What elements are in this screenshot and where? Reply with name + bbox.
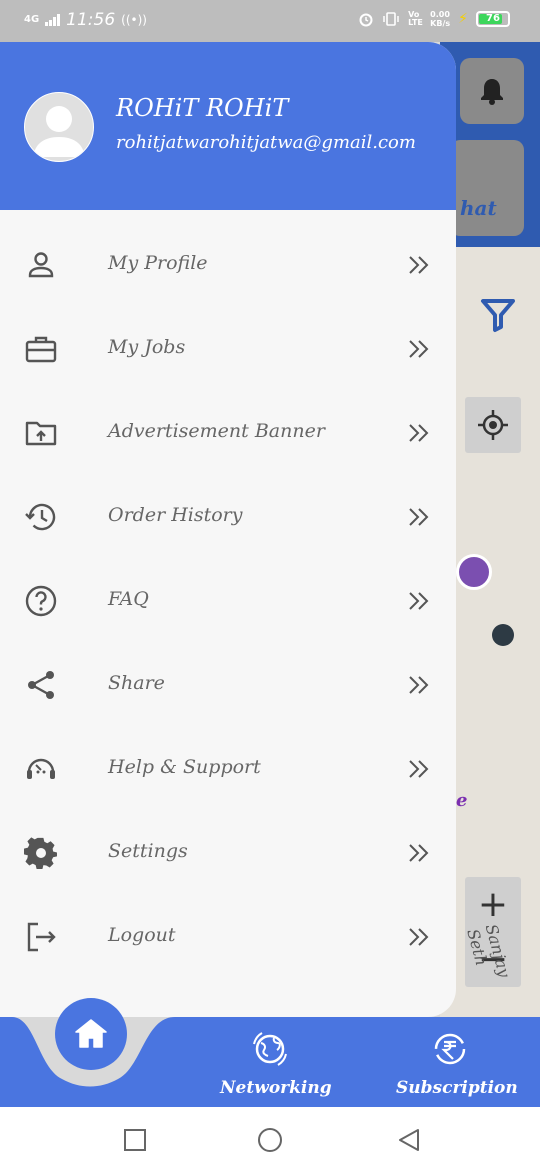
- clock: 11:56: [66, 10, 116, 30]
- support-agent-icon: [27, 758, 55, 779]
- history-icon: [25, 503, 56, 531]
- double-chevron-right-icon: [409, 844, 429, 862]
- signal-icon: [45, 14, 61, 26]
- battery-icon: 76: [476, 11, 510, 27]
- logout-icon: [27, 922, 56, 952]
- system-navigation-bar: [0, 1107, 540, 1170]
- home-button[interactable]: [55, 998, 127, 1070]
- navigation-drawer: ROHiT ROHiT rohitjatwarohitjatwa@gmail.c…: [0, 42, 456, 1017]
- charging-icon: ⚡: [458, 11, 468, 27]
- vibrate-icon: [383, 12, 399, 26]
- nav-subscription[interactable]: Subscription: [396, 1029, 518, 1098]
- crosshair-icon: [478, 410, 508, 440]
- globe-icon: [253, 1032, 287, 1066]
- share-icon: [28, 671, 54, 699]
- help-circle-icon: [25, 585, 57, 617]
- volte-indicator: Vo LTE: [408, 10, 423, 27]
- double-chevron-right-icon: [409, 928, 429, 946]
- menu-item-label: Order History: [108, 504, 243, 526]
- nav-networking-label: Networking: [220, 1078, 332, 1098]
- double-chevron-right-icon: [409, 424, 429, 442]
- menu-item-faq[interactable]: FAQ: [0, 558, 456, 642]
- chat-button[interactable]: hat: [450, 140, 524, 236]
- menu-item-my-jobs[interactable]: My Jobs: [0, 306, 456, 390]
- battery-level: 76: [486, 13, 500, 24]
- menu-item-my-profile[interactable]: My Profile: [0, 222, 456, 306]
- user-name: ROHiT ROHiT: [116, 94, 289, 122]
- gear-icon: [24, 837, 57, 869]
- recents-button[interactable]: [122, 1127, 148, 1153]
- bottom-navigation: Networking Subscription: [0, 998, 540, 1107]
- map-pin-icon[interactable]: [456, 554, 492, 590]
- menu-item-label: Settings: [108, 840, 188, 862]
- my-location-button[interactable]: [465, 397, 521, 453]
- avatar[interactable]: [24, 92, 94, 162]
- home-icon: [75, 1019, 107, 1048]
- person-icon: [28, 252, 54, 278]
- folder-upload-icon: [25, 421, 57, 446]
- double-chevron-right-icon: [409, 256, 429, 274]
- nav-networking[interactable]: Networking: [220, 1029, 332, 1098]
- back-button[interactable]: [396, 1127, 422, 1153]
- double-chevron-right-icon: [409, 760, 429, 778]
- menu-item-order-history[interactable]: Order History: [0, 474, 456, 558]
- rupee-refresh-icon: [434, 1033, 466, 1065]
- drawer-header: ROHiT ROHiT rohitjatwarohitjatwa@gmail.c…: [0, 42, 456, 210]
- menu-item-label: Logout: [108, 924, 176, 946]
- chat-label: hat: [460, 196, 497, 220]
- menu-item-advertisement-banner[interactable]: Advertisement Banner: [0, 390, 456, 474]
- network-type: 4G: [24, 14, 40, 25]
- menu-item-label: FAQ: [108, 588, 149, 610]
- menu-item-label: Help & Support: [108, 756, 261, 778]
- user-email: rohitjatwarohitjatwa@gmail.com: [116, 132, 416, 153]
- menu-item-label: Share: [108, 672, 165, 694]
- data-speed: 0.00 KB/s: [430, 10, 451, 28]
- menu-item-help-support[interactable]: Help & Support: [0, 726, 456, 810]
- menu-item-logout[interactable]: Logout: [0, 894, 456, 978]
- menu-item-label: Advertisement Banner: [108, 420, 325, 442]
- status-bar: 4G 11:56 ((•)) Vo LTE 0.00 KB/s ⚡ 76: [0, 0, 540, 42]
- home-system-button[interactable]: [256, 1127, 284, 1155]
- briefcase-icon: [25, 336, 57, 363]
- map-place-label: e: [456, 790, 468, 811]
- nav-subscription-label: Subscription: [396, 1078, 518, 1098]
- menu-item-share[interactable]: Share: [0, 642, 456, 726]
- menu-item-settings[interactable]: Settings: [0, 810, 456, 894]
- bus-stop-icon[interactable]: [492, 624, 514, 646]
- filter-icon: [481, 299, 515, 332]
- drawer-menu: My Profile My Jobs Advertisement Banner …: [0, 222, 456, 978]
- default-avatar-icon: [33, 106, 85, 157]
- bell-icon: [481, 79, 503, 105]
- double-chevron-right-icon: [409, 508, 429, 526]
- double-chevron-right-icon: [409, 676, 429, 694]
- double-chevron-right-icon: [409, 340, 429, 358]
- double-chevron-right-icon: [409, 592, 429, 610]
- alarm-icon: [359, 13, 373, 27]
- hotspot-icon: ((•)): [121, 13, 147, 27]
- menu-item-label: My Jobs: [108, 336, 186, 358]
- filter-button[interactable]: [480, 297, 516, 337]
- menu-item-label: My Profile: [108, 252, 208, 274]
- notification-button[interactable]: [460, 58, 524, 124]
